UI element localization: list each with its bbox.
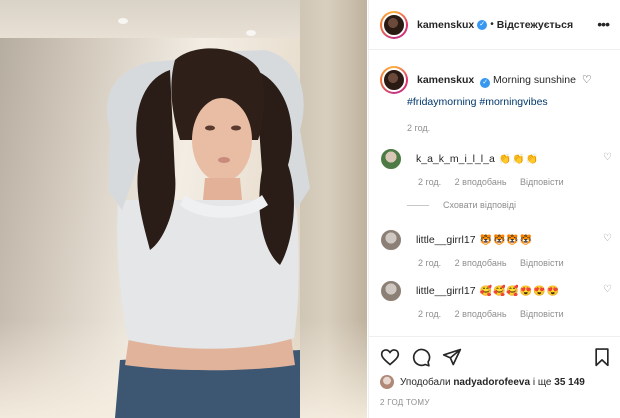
divider bbox=[407, 204, 429, 206]
caption-time: 2 год. bbox=[407, 123, 431, 133]
comment-like-heart-icon[interactable]: ♡ bbox=[603, 284, 612, 295]
caption-author-avatar[interactable] bbox=[380, 66, 408, 94]
comment-like-heart-icon[interactable]: ♡ bbox=[603, 152, 612, 163]
instagram-post: kamenskux ✓ • Відстежується ••• kamensku… bbox=[0, 0, 620, 418]
woman-figure bbox=[106, 48, 310, 418]
commenter-username[interactable]: little__girrl17 bbox=[416, 234, 476, 246]
white-heart-icon: ♡ bbox=[581, 73, 592, 86]
comment-likes[interactable]: 2 вподобань bbox=[455, 258, 507, 268]
follow-state-button[interactable]: Відстежується bbox=[497, 19, 573, 31]
reply-button[interactable]: Відповісти bbox=[520, 309, 564, 319]
caption-hashtags[interactable]: #fridaymorning #morningvibes bbox=[407, 96, 548, 108]
comment-time: 2 год. bbox=[418, 177, 442, 187]
commenter-username[interactable]: little__girrl17 bbox=[416, 285, 476, 297]
post-timestamp[interactable]: 2 ГОД ТОМУ bbox=[380, 398, 430, 407]
comment-likes[interactable]: 2 вподобань bbox=[455, 309, 507, 319]
comment-text: 🥰🥰🥰😍😍😍 bbox=[479, 285, 561, 297]
comment-meta: 2 год. 2 вподобань Відповісти bbox=[418, 309, 612, 319]
likes-prefix: Уподобали bbox=[400, 376, 451, 388]
share-icon[interactable] bbox=[442, 347, 462, 367]
caption-text: Morning sunshine bbox=[493, 73, 576, 86]
comment-item: little__girrl17 🐯🐯🐯🐯 2 год. 2 вподобань … bbox=[380, 229, 612, 268]
reply-button[interactable]: Відповісти bbox=[520, 177, 564, 187]
reply-button[interactable]: Відповісти bbox=[520, 258, 564, 268]
post-photo[interactable] bbox=[0, 0, 367, 418]
action-icons bbox=[380, 347, 612, 367]
more-horizontal-icon[interactable]: ••• bbox=[597, 16, 610, 32]
verified-badge-icon: ✓ bbox=[477, 19, 488, 30]
comment-item: little__girrl17 🥰🥰🥰😍😍😍 2 год. 2 вподобан… bbox=[380, 280, 612, 319]
commenter-username[interactable]: k_a_k_m_i_l_l_a bbox=[416, 153, 495, 165]
caption: kamenskux ✓ Morning sunshine ♡ bbox=[380, 66, 612, 94]
hide-replies-label: Сховати відповіді bbox=[443, 200, 516, 210]
comment-text: 🐯🐯🐯🐯 bbox=[479, 234, 534, 246]
comment-item: k_a_k_m_i_l_l_a 👏👏👏 2 год. 2 вподобань В… bbox=[380, 148, 612, 187]
liker-avatar[interactable] bbox=[380, 375, 394, 389]
hide-replies-button[interactable]: Сховати відповіді bbox=[407, 200, 516, 210]
comment-time: 2 год. bbox=[418, 309, 442, 319]
comment-like-heart-icon[interactable]: ♡ bbox=[603, 233, 612, 244]
post-header: kamenskux ✓ • Відстежується ••• bbox=[369, 0, 620, 50]
comment-meta: 2 год. 2 вподобань Відповісти bbox=[418, 177, 612, 187]
likes-summary: Уподобали nadyadorofeeva і ще 35 149 bbox=[380, 375, 585, 389]
comment-text: 👏👏👏 bbox=[498, 153, 540, 165]
comment-time: 2 год. bbox=[418, 258, 442, 268]
author-username[interactable]: kamenskux bbox=[417, 19, 474, 31]
separator-dot: • bbox=[490, 19, 494, 30]
post-side-panel: kamenskux ✓ • Відстежується ••• kamensku… bbox=[368, 0, 620, 418]
likes-count[interactable]: 35 149 bbox=[554, 377, 585, 388]
commenter-avatar[interactable] bbox=[380, 148, 402, 170]
author-avatar[interactable] bbox=[380, 10, 408, 39]
commenter-avatar[interactable] bbox=[380, 280, 402, 302]
caption-author-username[interactable]: kamenskux bbox=[417, 74, 474, 86]
verified-badge-icon: ✓ bbox=[480, 77, 491, 88]
comments-list[interactable]: kamenskux ✓ Morning sunshine ♡ #fridaymo… bbox=[369, 51, 620, 335]
comment-likes[interactable]: 2 вподобань bbox=[455, 177, 507, 187]
save-bookmark-icon[interactable] bbox=[592, 347, 612, 367]
commenter-avatar[interactable] bbox=[380, 229, 402, 251]
post-actions: Уподобали nadyadorofeeva і ще 35 149 2 Г… bbox=[369, 336, 620, 418]
comment-meta: 2 год. 2 вподобань Відповісти bbox=[418, 258, 612, 268]
likes-middle: і ще bbox=[532, 376, 552, 388]
liker-username[interactable]: nadyadorofeeva bbox=[453, 377, 530, 388]
comment-icon[interactable] bbox=[411, 347, 431, 367]
like-heart-icon[interactable] bbox=[380, 347, 400, 367]
